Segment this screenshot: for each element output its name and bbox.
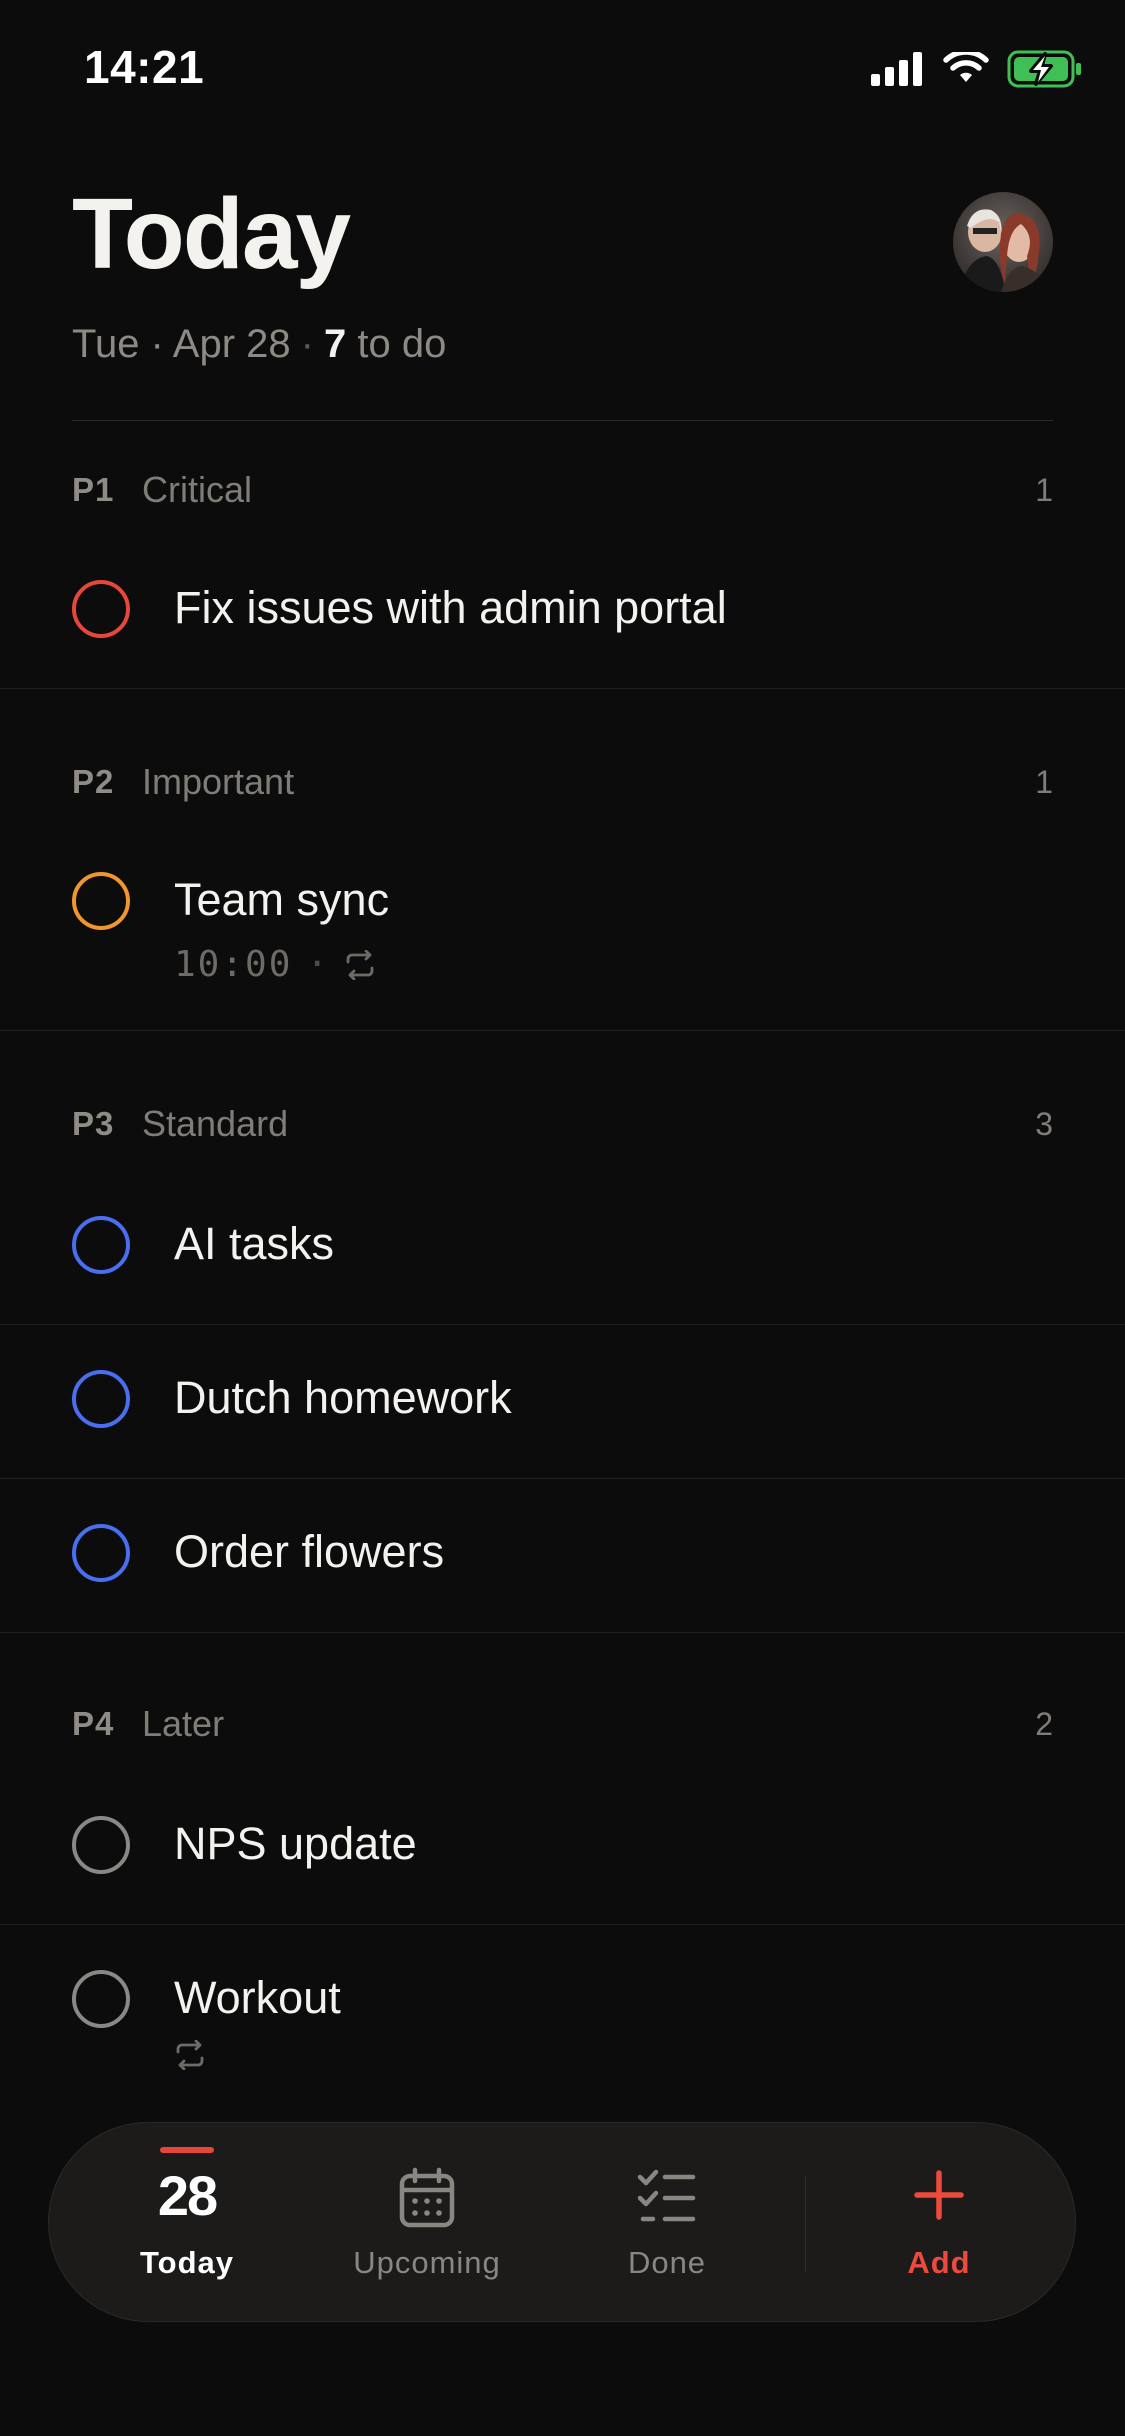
- task-title[interactable]: Fix issues with admin portal: [174, 582, 727, 634]
- todo-suffix: to do: [357, 322, 447, 366]
- priority-code: P4: [72, 1705, 115, 1742]
- current-date: Tue · Apr 28: [72, 322, 291, 366]
- nav-today-label: Today: [140, 2245, 234, 2280]
- today-date-number: 28: [157, 2164, 218, 2227]
- calendar-icon: [399, 2167, 455, 2228]
- task-row[interactable]: NPS update: [0, 1796, 1125, 1924]
- nav-separator: [805, 2175, 806, 2273]
- priority-count: 2: [1035, 1705, 1053, 1742]
- priority-code: P1: [72, 471, 115, 508]
- page-header: Today Tue · Apr 28 · 7 to do: [72, 176, 1053, 376]
- priority-count: 3: [1035, 1105, 1053, 1142]
- task-row[interactable]: Fix issues with admin portal: [0, 560, 1125, 688]
- todo-count: 7: [323, 322, 347, 366]
- task-row[interactable]: Dutch homework: [0, 1350, 1125, 1478]
- date-summary: Tue · Apr 28 · 7 to do: [72, 322, 446, 367]
- page-title: Today: [72, 178, 351, 290]
- task-title[interactable]: Workout: [174, 1972, 341, 2024]
- divider: [0, 1478, 1125, 1479]
- active-indicator: [160, 2147, 214, 2153]
- repeat-icon: [176, 2040, 204, 2070]
- task-row[interactable]: Order flowers: [0, 1504, 1125, 1632]
- task-checkbox[interactable]: [72, 580, 130, 638]
- priority-count: 1: [1035, 763, 1053, 800]
- divider: [0, 1324, 1125, 1325]
- battery-charging-icon: [1007, 50, 1081, 88]
- task-title[interactable]: Order flowers: [174, 1526, 444, 1578]
- add-button-label: Add: [907, 2245, 971, 2280]
- task-checkbox[interactable]: [72, 1970, 130, 2028]
- task-meta: [174, 2040, 206, 2070]
- nav-done[interactable]: Done: [547, 2123, 787, 2323]
- task-title[interactable]: Team sync: [174, 874, 389, 926]
- status-time: 14:21: [84, 41, 205, 93]
- nav-today[interactable]: 28 Today: [67, 2123, 307, 2323]
- priority-count: 1: [1035, 471, 1053, 508]
- priority-code: P2: [72, 763, 115, 800]
- task-row[interactable]: Team sync 10:00 ·: [0, 852, 1125, 1030]
- repeat-icon: [346, 949, 374, 980]
- priority-name: Later: [142, 1703, 225, 1744]
- priority-name: Critical: [142, 469, 253, 510]
- section-header-p1: P1 Critical 1: [72, 466, 1053, 514]
- profile-photo-icon: [953, 192, 1053, 292]
- task-checkbox[interactable]: [72, 1370, 130, 1428]
- section-header-p2: P2 Important 1: [72, 758, 1053, 806]
- divider: [0, 1924, 1125, 1925]
- task-checkbox[interactable]: [72, 1816, 130, 1874]
- task-checkbox[interactable]: [72, 1524, 130, 1582]
- task-title[interactable]: NPS update: [174, 1818, 417, 1870]
- bottom-nav: 28 Today Upcoming Done Add: [48, 2122, 1076, 2322]
- task-checkbox[interactable]: [72, 1216, 130, 1274]
- wifi-icon: [943, 52, 989, 82]
- checklist-icon: [637, 2169, 696, 2222]
- task-checkbox[interactable]: [72, 872, 130, 930]
- add-button[interactable]: Add: [819, 2123, 1059, 2323]
- divider: [0, 1632, 1125, 1633]
- plus-icon: [914, 2170, 964, 2220]
- priority-code: P3: [72, 1105, 115, 1142]
- nav-upcoming[interactable]: Upcoming: [307, 2123, 547, 2323]
- task-title[interactable]: AI tasks: [174, 1218, 334, 1270]
- header-divider: [72, 420, 1053, 421]
- separator-dot: ·: [300, 322, 314, 366]
- section-header-p4: P4 Later 2: [72, 1700, 1053, 1748]
- avatar[interactable]: [953, 192, 1053, 292]
- task-row[interactable]: Workout: [0, 1950, 1125, 2118]
- section-header-p3: P3 Standard 3: [72, 1100, 1053, 1148]
- nav-upcoming-label: Upcoming: [353, 2245, 501, 2280]
- task-time: 10:00: [174, 944, 293, 985]
- cellular-signal-icon: [871, 52, 922, 86]
- task-meta: 10:00 ·: [174, 944, 376, 985]
- separator-dot: ·: [306, 944, 331, 985]
- priority-name: Standard: [142, 1103, 289, 1144]
- task-row[interactable]: AI tasks: [0, 1196, 1125, 1324]
- divider: [0, 688, 1125, 689]
- divider: [0, 1030, 1125, 1031]
- status-bar: 14:21: [0, 0, 1125, 140]
- nav-done-label: Done: [627, 2245, 707, 2280]
- priority-name: Important: [142, 761, 295, 802]
- task-title[interactable]: Dutch homework: [174, 1372, 512, 1424]
- status-icons: [871, 50, 1083, 88]
